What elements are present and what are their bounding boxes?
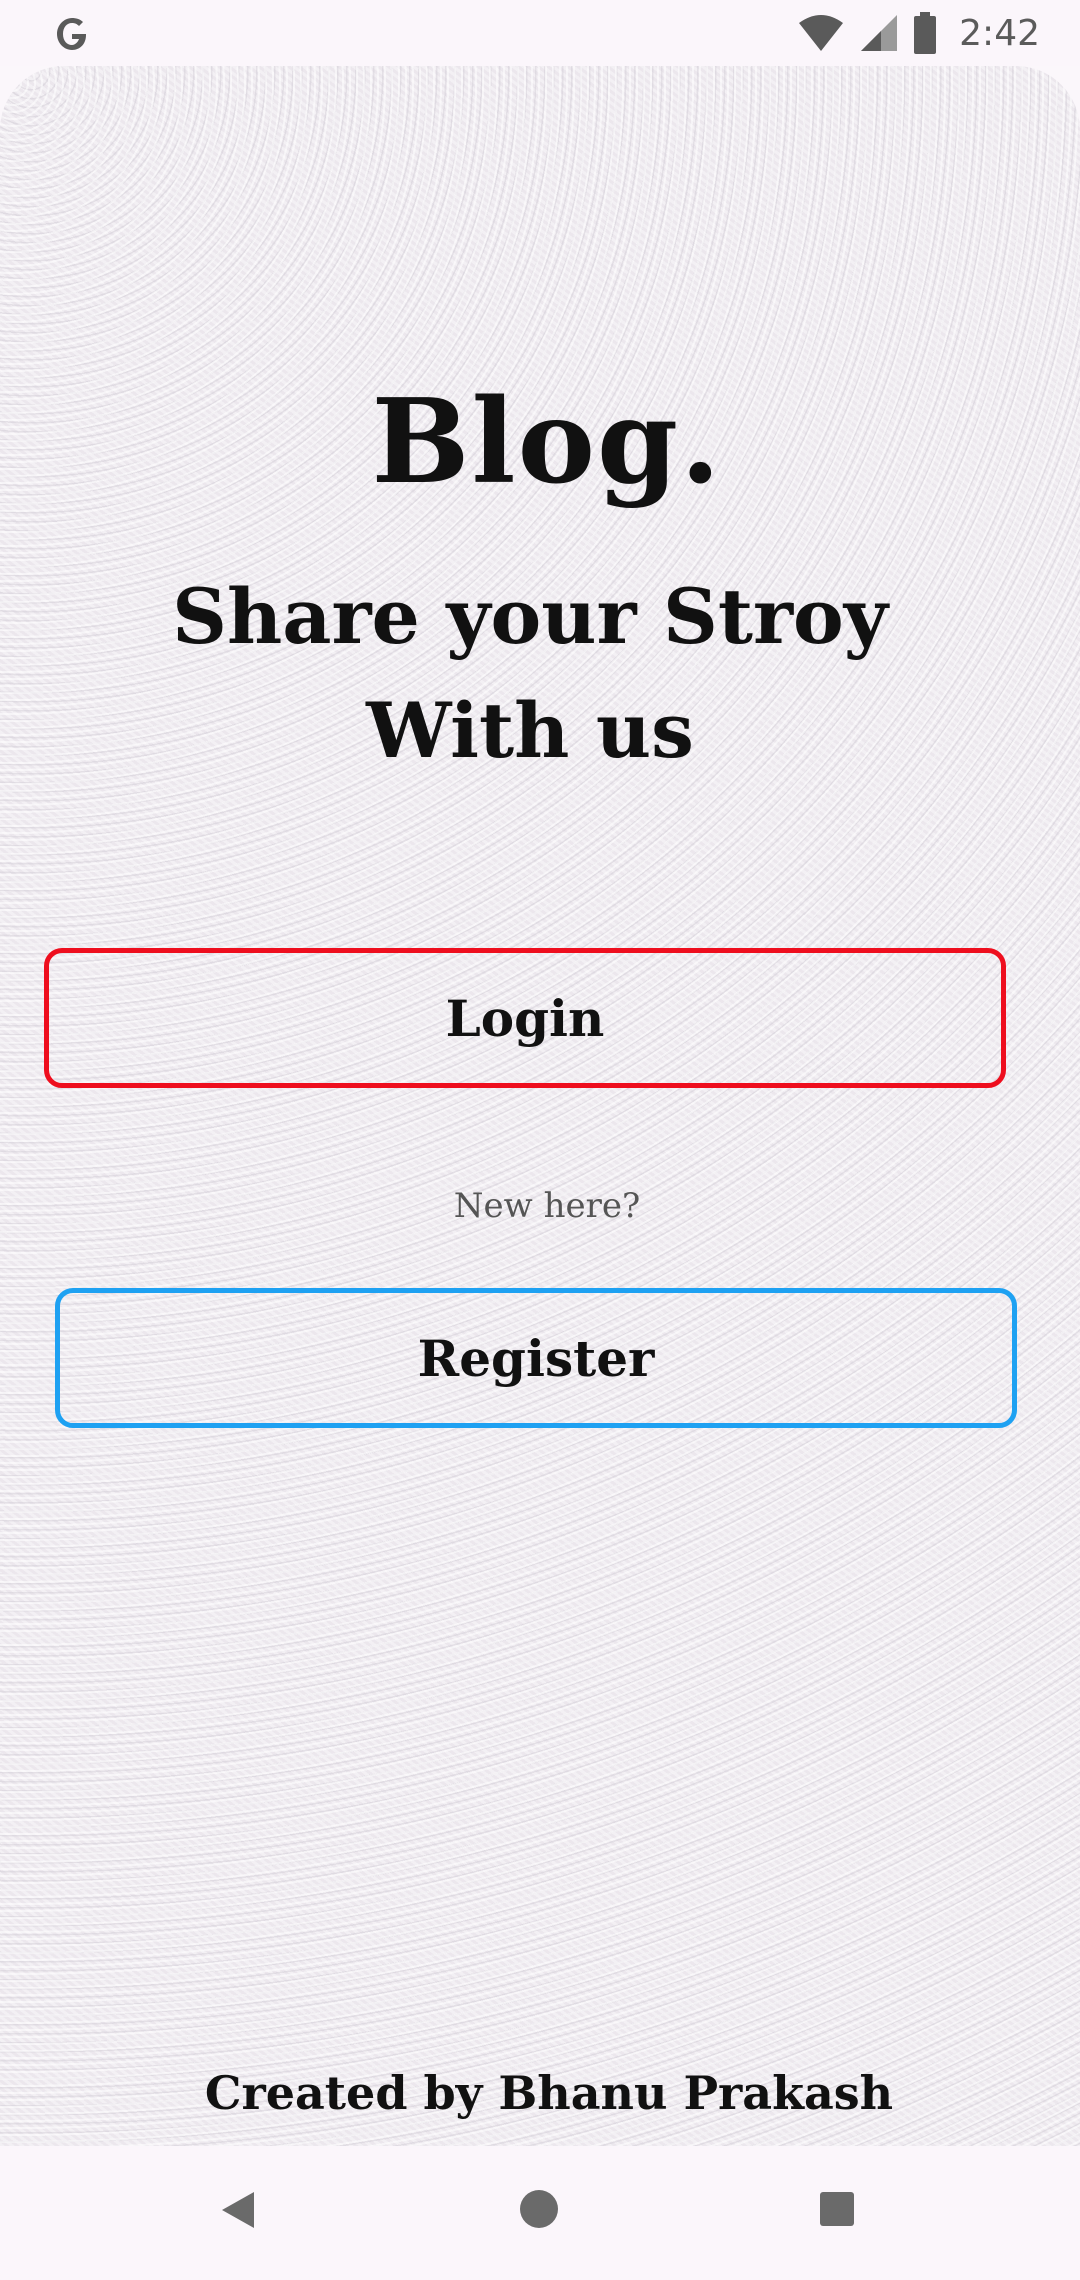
register-button-label: Register (417, 1328, 655, 1388)
tagline: Share your Stroy With us (130, 560, 930, 788)
tagline-line-2: With us (366, 686, 694, 775)
brand-title: Blog. (371, 374, 723, 510)
status-icons: 2:42 (797, 8, 1040, 58)
recents-icon[interactable] (820, 2192, 854, 2226)
back-icon[interactable] (222, 2192, 254, 2228)
signal-icon (861, 15, 898, 51)
credit-text: Created by Bhanu Prakash (204, 2066, 894, 2120)
login-button[interactable]: Login (44, 948, 1006, 1088)
tagline-line-1: Share your Stroy (172, 572, 888, 661)
google-icon (57, 18, 86, 50)
battery-icon (914, 12, 937, 54)
screen: 2:42 Blog. Share your Stroy With us Logi… (0, 0, 1080, 2280)
home-icon[interactable] (520, 2190, 558, 2228)
status-time: 2:42 (959, 12, 1040, 54)
register-button[interactable]: Register (55, 1288, 1017, 1428)
login-button-label: Login (445, 988, 605, 1048)
new-here-text: New here? (453, 1186, 641, 1226)
wifi-icon (799, 15, 844, 51)
status-bar: 2:42 (0, 0, 1080, 66)
navigation-bar (0, 2146, 1080, 2280)
